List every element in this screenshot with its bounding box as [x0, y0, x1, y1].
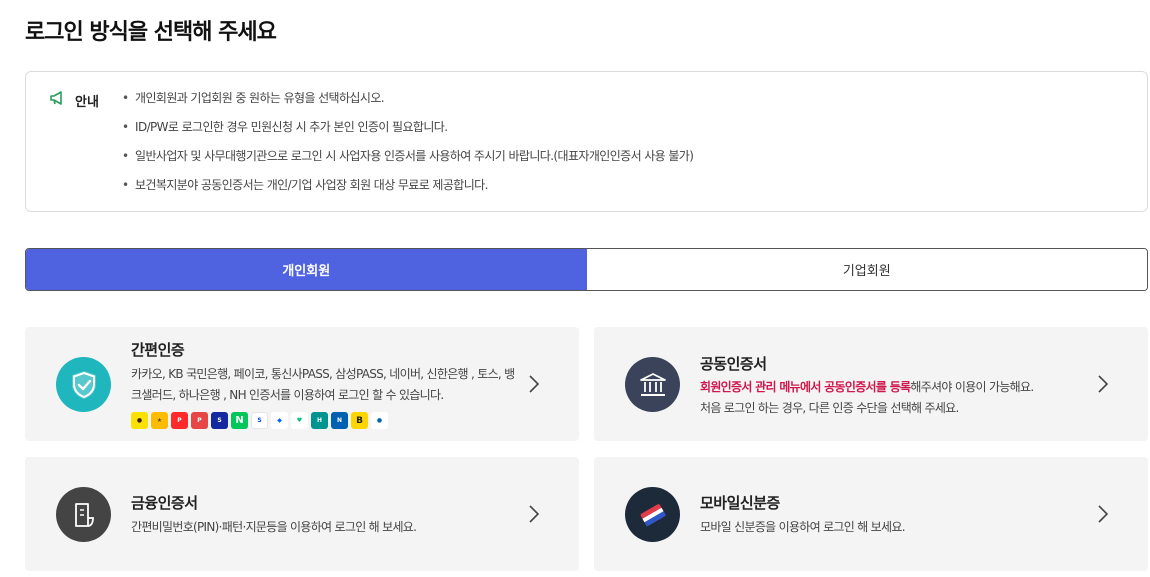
b-cert-icon: B	[351, 412, 368, 429]
shield-check-icon	[56, 357, 111, 412]
card-desc-line: 모바일 신분증을 이용하여 로그인 해 보세요.	[700, 520, 906, 534]
card-desc-highlight: 회원인증서 관리 메뉴에서 공동인증서를 등록	[700, 380, 911, 394]
card-desc-line: 회원인증서 관리 메뉴에서 공동인증서를 등록해주셔야 이용이 가능해요.	[700, 377, 1034, 398]
card-desc-line: 카카오, KB 국민은행, 페이코, 통신사PASS, 삼성PASS, 네이버,…	[131, 367, 515, 381]
chevron-right-icon	[1098, 375, 1109, 393]
card-desc-line: 크샐러드, 하나은행 , NH 인증서를 이용하여 로그인 할 수 있습니다.	[131, 388, 444, 402]
bank-building-icon	[625, 357, 680, 412]
member-type-tabs: 개인회원 기업회원	[25, 248, 1148, 291]
mobile-id-icon	[625, 487, 680, 542]
notice-header: 안내	[49, 90, 99, 110]
chevron-right-icon	[529, 505, 540, 523]
card-desc-rest: 해주셔야 이용이 가능해요.	[910, 380, 1034, 394]
card-description: 모바일 신분증을 이용하여 로그인 해 보세요.	[700, 517, 906, 538]
document-icon	[56, 487, 111, 542]
tab-corporate[interactable]: 기업회원	[586, 249, 1147, 290]
card-description: 회원인증서 관리 메뉴에서 공동인증서를 등록해주셔야 이용이 가능해요. 처음…	[700, 377, 1034, 419]
card-desc-line: 처음 로그인 하는 경우, 다른 인증 수단을 선택해 주세요.	[700, 401, 959, 415]
tab-personal[interactable]: 개인회원	[26, 249, 587, 290]
notice-label: 안내	[75, 94, 99, 110]
shinhan-icon: S	[251, 412, 268, 429]
card-title: 금융인증서	[131, 494, 198, 512]
joint-cert-card[interactable]: 공동인증서 회원인증서 관리 메뉴에서 공동인증서를 등록해주셔야 이용이 가능…	[594, 327, 1148, 441]
samsung-pass-icon: S	[211, 412, 228, 429]
megaphone-icon	[49, 90, 67, 110]
financial-cert-card[interactable]: 금융인증서 간편비밀번호(PIN)·패턴·지문등을 이용하여 로그인 해 보세요…	[25, 457, 579, 571]
naver-icon: N	[231, 412, 248, 429]
provider-logos: ● ★ P P S N S ◆ ♥ H N B ●	[131, 412, 388, 429]
payco-icon: P	[171, 412, 188, 429]
notice-box: 안내 개인회원과 기업회원 중 원하는 유형을 선택하십시오. ID/PW로 로…	[25, 71, 1148, 212]
card-desc-line: 간편비밀번호(PIN)·패턴·지문등을 이용하여 로그인 해 보세요.	[131, 520, 417, 534]
kb-icon: ★	[151, 412, 168, 429]
notice-item: 일반사업자 및 사무대행기관으로 로그인 시 사업자용 인증서를 사용하여 주시…	[122, 148, 694, 177]
banksalad-icon: ♥	[291, 412, 308, 429]
card-title: 공동인증서	[700, 355, 767, 373]
page-title: 로그인 방식을 선택해 주세요	[25, 20, 277, 45]
notice-item: 개인회원과 기업회원 중 원하는 유형을 선택하십시오.	[122, 90, 693, 119]
pass-icon: P	[191, 412, 208, 429]
chevron-right-icon	[529, 375, 540, 393]
simple-auth-card[interactable]: 간편인증 카카오, KB 국민은행, 페이코, 통신사PASS, 삼성PASS,…	[25, 327, 579, 441]
chevron-right-icon	[1098, 505, 1109, 523]
notice-item: 보건복지분야 공동인증서는 개인/기업 사업장 회원 대상 무료로 제공합니다.	[122, 177, 693, 206]
card-description: 카카오, KB 국민은행, 페이코, 통신사PASS, 삼성PASS, 네이버,…	[131, 364, 515, 406]
card-title: 간편인증	[131, 341, 185, 359]
nh-icon: N	[331, 412, 348, 429]
mobile-id-card[interactable]: 모바일신분증 모바일 신분증을 이용하여 로그인 해 보세요.	[594, 457, 1148, 571]
notice-list: 개인회원과 기업회원 중 원하는 유형을 선택하십시오. ID/PW로 로그인한…	[122, 90, 694, 206]
woori-icon: ●	[371, 412, 388, 429]
notice-item: ID/PW로 로그인한 경우 민원신청 시 추가 본인 인증이 필요합니다.	[122, 119, 693, 148]
toss-icon: ◆	[271, 412, 288, 429]
hana-icon: H	[311, 412, 328, 429]
card-title: 모바일신분증	[700, 494, 780, 512]
kakao-icon: ●	[131, 412, 148, 429]
card-description: 간편비밀번호(PIN)·패턴·지문등을 이용하여 로그인 해 보세요.	[131, 517, 417, 538]
